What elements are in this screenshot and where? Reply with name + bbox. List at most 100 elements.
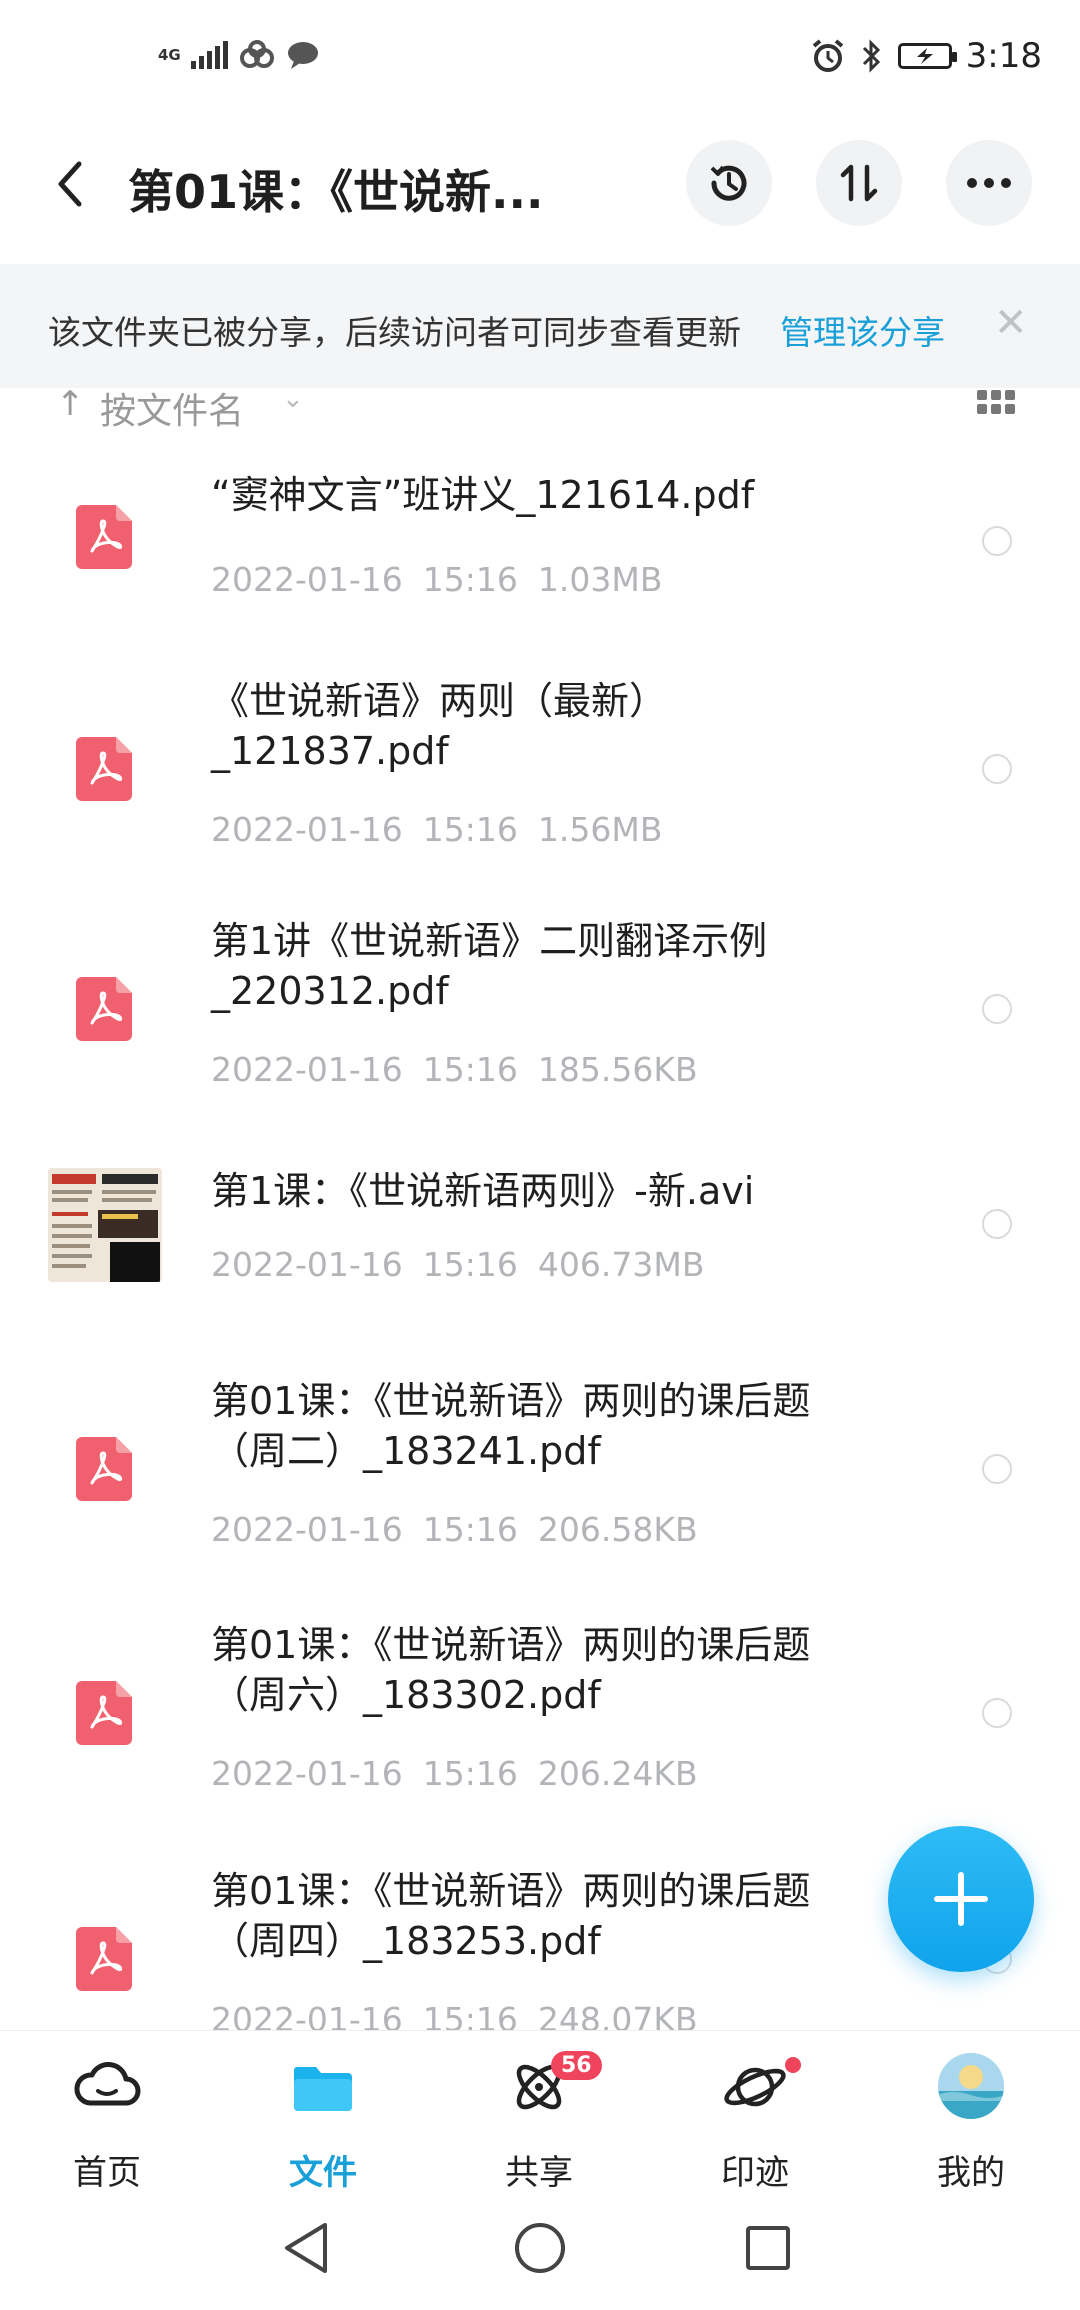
select-radio[interactable] xyxy=(982,1209,1012,1239)
nav-share-label: 共享 xyxy=(505,2153,573,2193)
share-badge: 56 xyxy=(551,2051,602,2080)
back-arrow-icon xyxy=(58,161,82,207)
add-button[interactable] xyxy=(888,1826,1034,1972)
network-type: 4G xyxy=(158,45,181,64)
clock: 3:18 xyxy=(965,36,1042,76)
file-date: 2022-01-16 xyxy=(211,560,403,599)
select-radio[interactable] xyxy=(982,994,1012,1024)
file-name: 第01课：《世说新语》两则的课后题 （周二）_183241.pdf xyxy=(211,1379,811,1473)
nav-trace-label: 印迹 xyxy=(721,2153,789,2193)
file-name: “窦神文言”班讲义_121614.pdf xyxy=(211,473,755,517)
file-meta: 2022-01-16 15:16 1.03MB xyxy=(211,560,662,599)
bottom-nav: 首页 文件 56 共享 印迹 我的 xyxy=(0,2030,1080,2193)
triangle-back-icon xyxy=(285,2223,327,2273)
bluetooth-icon xyxy=(862,39,880,73)
file-time: 15:16 xyxy=(422,1510,518,1549)
baidu-cloud-icon xyxy=(239,40,274,68)
square-recents-icon xyxy=(746,2226,790,2270)
more-horizontal-icon xyxy=(967,178,1011,188)
system-back-button[interactable] xyxy=(276,2218,336,2278)
file-size: 1.03MB xyxy=(537,560,663,599)
message-icon xyxy=(287,42,318,69)
status-bar: 4G 3:18 xyxy=(0,0,1080,120)
close-icon[interactable]: ✕ xyxy=(994,300,1028,346)
file-date: 2022-01-16 xyxy=(211,810,403,849)
file-name: 第01课：《世说新语》两则的课后题 （周六）_183302.pdf xyxy=(211,1623,811,1717)
file-size: 1.56MB xyxy=(537,810,663,849)
select-radio[interactable] xyxy=(982,526,1012,556)
page-title: 第01课：《世说新... xyxy=(128,165,544,219)
nav-files[interactable]: 文件 xyxy=(243,2051,403,2193)
nav-home[interactable]: 首页 xyxy=(27,2051,187,2193)
nav-files-label: 文件 xyxy=(289,2153,357,2193)
circle-home-icon xyxy=(515,2223,565,2273)
system-recents-button[interactable] xyxy=(738,2218,798,2278)
transfer-button[interactable] xyxy=(816,140,902,226)
grid-view-icon[interactable] xyxy=(977,390,1015,414)
file-size: 406.73MB xyxy=(537,1245,705,1284)
notification-dot xyxy=(785,2057,801,2073)
file-date: 2022-01-16 xyxy=(211,1245,403,1284)
select-radio[interactable] xyxy=(982,754,1012,784)
history-button[interactable] xyxy=(686,140,772,226)
pdf-file-icon xyxy=(76,737,132,801)
back-button[interactable] xyxy=(40,152,100,216)
share-banner: 该文件夹已被分享，后续访问者可同步查看更新 管理该分享 ✕ xyxy=(0,264,1080,388)
pdf-file-icon xyxy=(76,505,132,569)
file-meta: 2022-01-16 15:16 206.58KB xyxy=(211,1510,698,1549)
select-radio[interactable] xyxy=(982,1454,1012,1484)
file-meta: 2022-01-16 15:16 206.24KB xyxy=(211,1754,698,1793)
avatar-icon xyxy=(938,2053,1004,2119)
pdf-file-icon xyxy=(76,1437,132,1501)
file-time: 15:16 xyxy=(422,560,518,599)
swap-vertical-icon xyxy=(840,164,878,202)
file-meta: 2022-01-16 15:16 1.56MB xyxy=(211,810,662,849)
history-icon xyxy=(710,165,747,201)
file-time: 15:16 xyxy=(422,1245,518,1284)
file-name: 第01课：《世说新语》两则的课后题 （周四）_183253.pdf xyxy=(211,1869,811,1963)
nav-home-label: 首页 xyxy=(73,2153,141,2193)
share-banner-text: 该文件夹已被分享，后续访问者可同步查看更新 xyxy=(48,313,741,352)
cloud-icon xyxy=(74,2062,141,2106)
manage-share-link[interactable]: 管理该分享 xyxy=(780,306,945,354)
sort-direction-icon[interactable]: ↑ xyxy=(56,384,85,424)
file-time: 15:16 xyxy=(422,1050,518,1089)
system-nav-bar xyxy=(0,2200,1080,2310)
status-left: 4G xyxy=(158,40,320,70)
file-date: 2022-01-16 xyxy=(211,1510,403,1549)
file-name: 《世说新语》两则（最新） _121837.pdf xyxy=(211,679,668,773)
signal-icon xyxy=(190,41,228,69)
alarm-icon xyxy=(812,39,843,72)
file-date: 2022-01-16 xyxy=(211,1050,403,1089)
file-meta: 2022-01-16 15:16 406.73MB xyxy=(211,1245,704,1284)
file-date: 2022-01-16 xyxy=(211,1754,403,1793)
system-home-button[interactable] xyxy=(510,2218,570,2278)
file-name: 第1讲《世说新语》二则翻译示例 _220312.pdf xyxy=(211,919,768,1013)
file-size: 206.58KB xyxy=(537,1510,698,1549)
video-thumbnail xyxy=(48,1168,162,1282)
nav-me[interactable]: 我的 xyxy=(891,2051,1051,2193)
select-radio[interactable] xyxy=(982,1698,1012,1728)
file-time: 15:16 xyxy=(422,1754,518,1793)
plus-icon xyxy=(934,1872,988,1926)
pdf-file-icon xyxy=(76,1681,132,1745)
file-size: 185.56KB xyxy=(537,1050,698,1089)
nav-me-label: 我的 xyxy=(937,2153,1005,2193)
sort-bar: ↑ 按文件名 ⌄ xyxy=(0,384,1080,432)
battery-icon xyxy=(897,43,957,69)
status-right: 3:18 xyxy=(810,36,1042,76)
file-size: 206.24KB xyxy=(537,1754,698,1793)
planet-icon xyxy=(724,2067,786,2107)
folder-icon xyxy=(293,2067,352,2111)
file-name: 第1课：《世说新语两则》-新.avi xyxy=(211,1169,755,1213)
pdf-file-icon xyxy=(76,977,132,1041)
more-button[interactable] xyxy=(946,140,1032,226)
nav-share[interactable]: 56 共享 xyxy=(459,2051,619,2193)
chevron-down-icon[interactable]: ⌄ xyxy=(282,384,304,414)
nav-trace[interactable]: 印迹 xyxy=(675,2051,835,2193)
file-time: 15:16 xyxy=(422,810,518,849)
pdf-file-icon xyxy=(76,1927,132,1991)
header: 第01课：《世说新... xyxy=(0,130,1080,240)
sort-by-name[interactable]: 按文件名 xyxy=(100,382,244,434)
file-meta: 2022-01-16 15:16 185.56KB xyxy=(211,1050,698,1089)
